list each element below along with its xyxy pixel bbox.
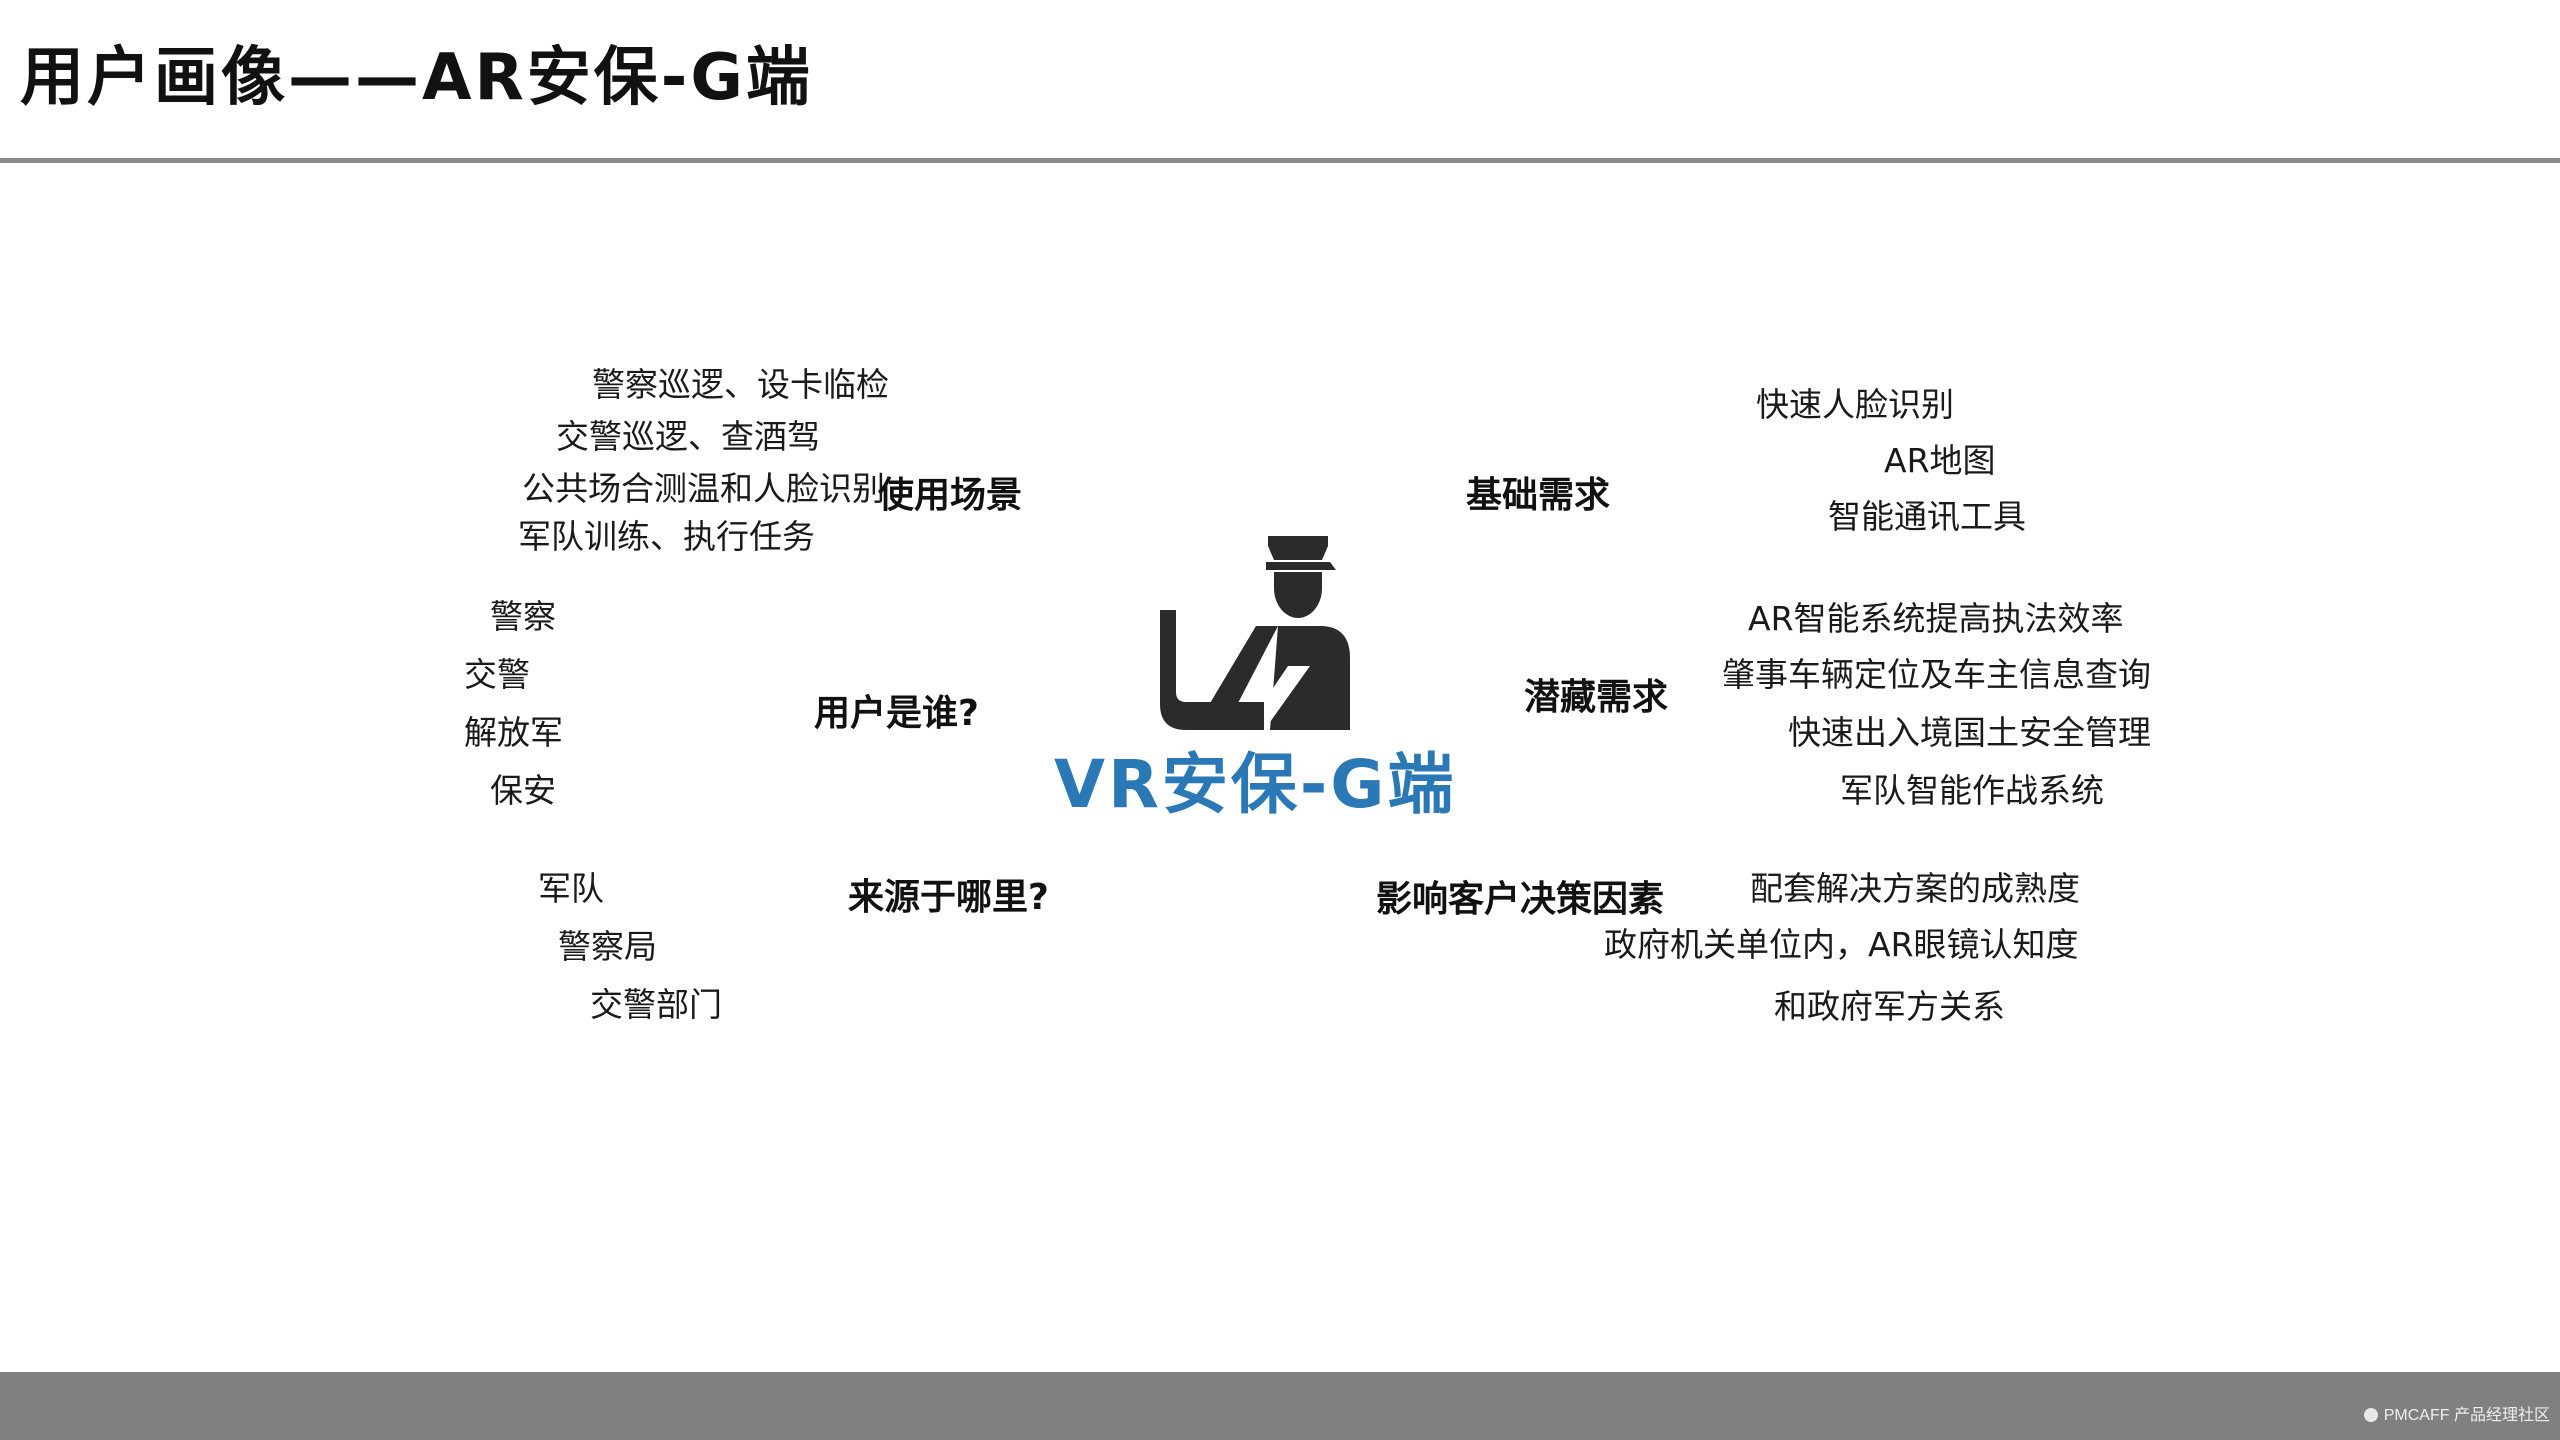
page-title: 用户画像——AR安保-G端 — [20, 41, 813, 115]
user-type-item: 保安 — [490, 771, 556, 810]
basic-need-item: 快速人脸识别 — [1756, 385, 1954, 424]
hidden-need-item: 军队智能作战系统 — [1840, 771, 2104, 810]
category-basic-needs: 基础需求 — [1466, 475, 1611, 516]
factor-item: 和政府军方关系 — [1774, 987, 2005, 1026]
footer-brand-name: PMCAFF — [2383, 1407, 2450, 1424]
user-type-item: 交警 — [464, 655, 530, 694]
factor-item: 政府机关单位内，AR眼镜认知度 — [1604, 925, 2079, 964]
user-type-item: 解放军 — [464, 713, 563, 752]
category-source: 来源于哪里? — [848, 877, 1049, 918]
hidden-need-item: 肇事车辆定位及车主信息查询 — [1722, 655, 2151, 694]
footer-bar — [0, 1372, 2560, 1440]
footer-tagline: 产品经理社区 — [2453, 1407, 2550, 1424]
basic-need-item: 智能通讯工具 — [1828, 497, 2026, 536]
user-type-item: 警察 — [490, 597, 556, 636]
category-who: 用户是谁? — [814, 693, 979, 734]
factor-item: 配套解决方案的成熟度 — [1750, 869, 2080, 908]
category-factors: 影响客户决策因素 — [1376, 879, 1665, 920]
category-hidden-needs: 潜藏需求 — [1524, 677, 1669, 718]
pmcaff-logo-icon — [2363, 1408, 2378, 1422]
category-scenarios: 使用场景 — [878, 475, 1023, 516]
center-title: VR安保-G端 — [1054, 746, 1457, 823]
source-item: 军队 — [538, 869, 604, 908]
footer-brand: PMCAFF 产品经理社区 — [2363, 1407, 2550, 1424]
source-item: 警察局 — [558, 927, 657, 966]
hidden-need-item: AR智能系统提高执法效率 — [1748, 599, 2124, 638]
scenario-item: 军队训练、执行任务 — [518, 517, 815, 556]
police-officer-icon — [1160, 536, 1350, 730]
hidden-need-item: 快速出入境国土安全管理 — [1788, 713, 2151, 752]
source-item: 交警部门 — [590, 985, 722, 1024]
title-divider — [0, 158, 2560, 163]
scenario-item: 公共场合测温和人脸识别 — [522, 469, 885, 508]
scenario-item: 交警巡逻、查酒驾 — [556, 417, 820, 456]
scenario-item: 警察巡逻、设卡临检 — [592, 365, 889, 404]
basic-need-item: AR地图 — [1884, 441, 1996, 480]
